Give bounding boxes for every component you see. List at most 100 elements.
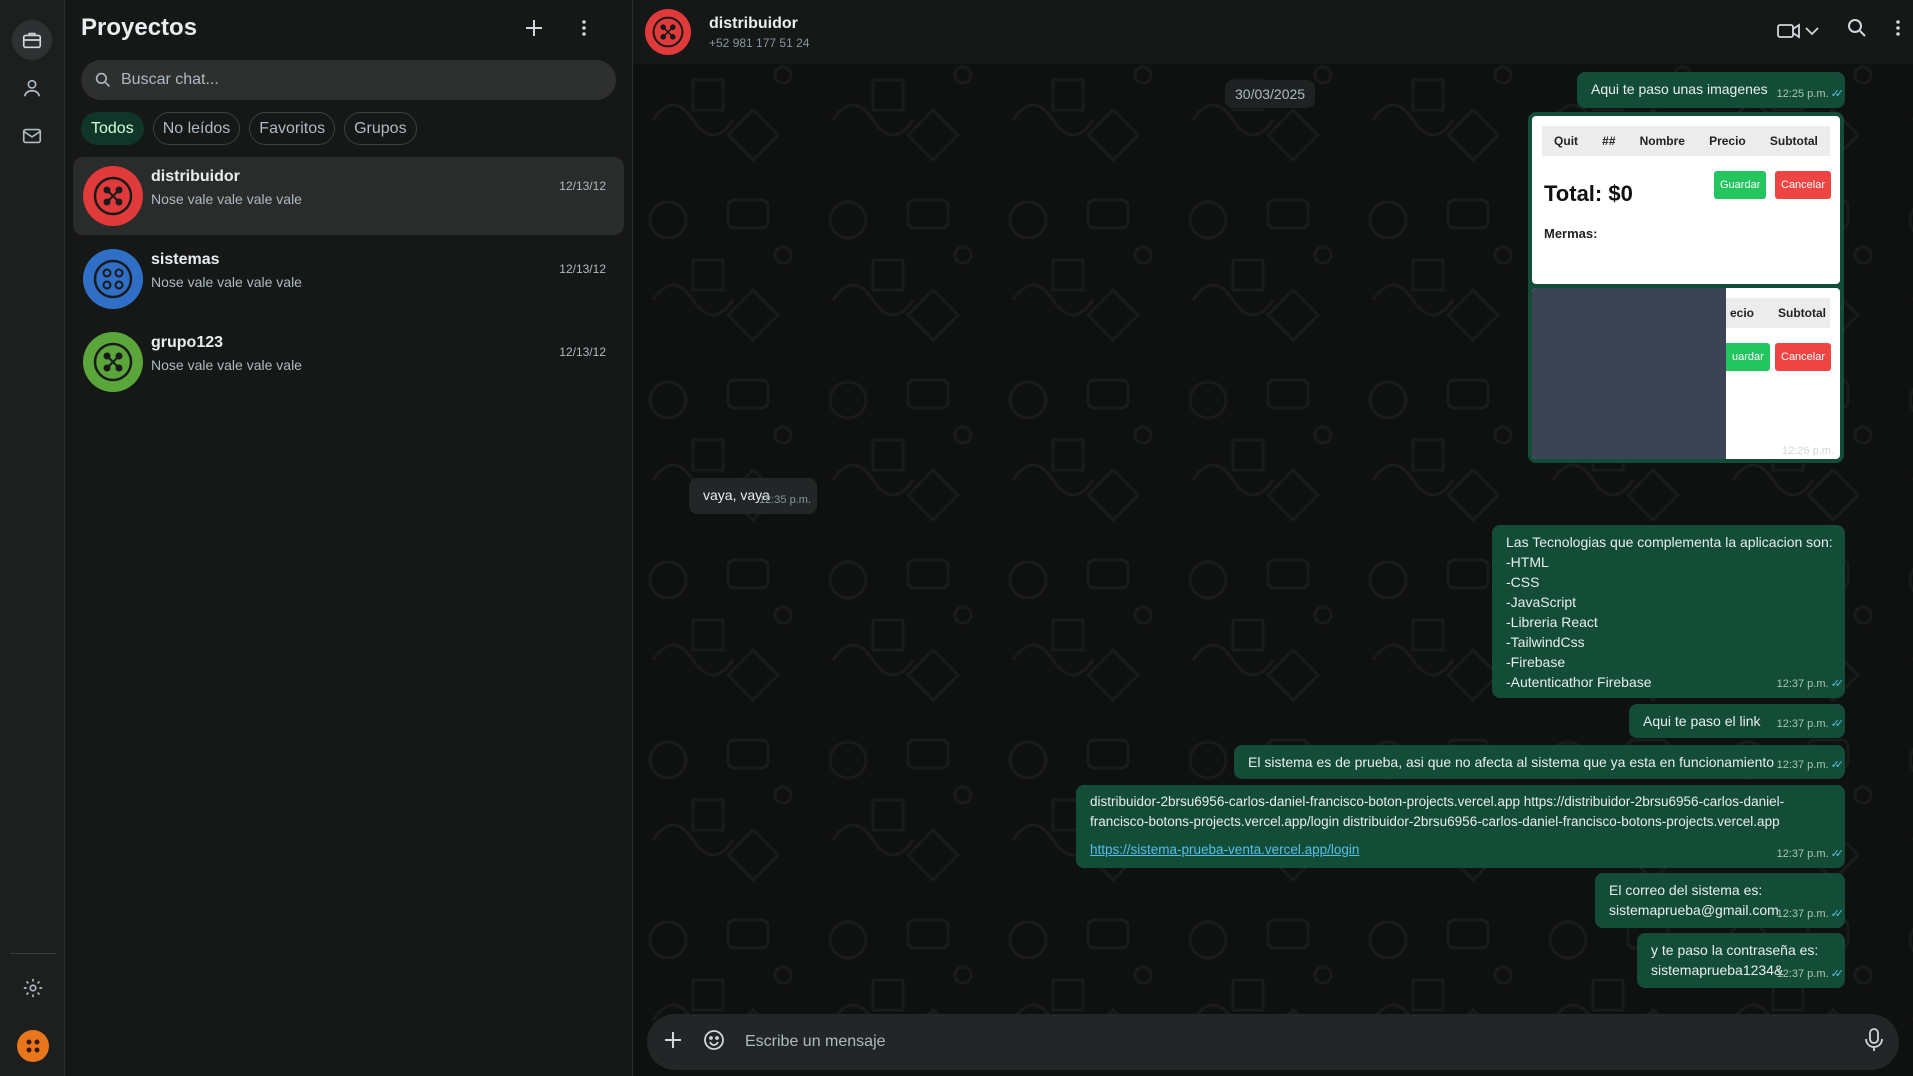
- message-time: 12:37 p.m.: [1776, 718, 1829, 730]
- contact-avatar[interactable]: [645, 9, 691, 55]
- image-overlay: [1532, 288, 1726, 459]
- message-bubble[interactable]: Aqui te paso el link 12:37 p.m. ✓✓: [1629, 704, 1845, 738]
- double-check-icon: ✓✓: [1830, 848, 1845, 860]
- message-bubble[interactable]: y te paso la contraseña es: sistemaprueb…: [1637, 933, 1845, 988]
- rail-bottom: [0, 953, 65, 1062]
- message-line: -JavaScript: [1506, 594, 1577, 610]
- chat-list: distribuidor Nose vale vale vale vale 12…: [65, 157, 632, 401]
- header-actions: [1777, 18, 1901, 43]
- contact-phone: +52 981 177 51 24: [709, 35, 810, 50]
- message-bubble[interactable]: El sistema es de prueba, asi que no afec…: [1234, 745, 1845, 779]
- message-line: -HTML: [1506, 554, 1549, 570]
- chat-info: sistemas Nose vale vale vale vale: [151, 251, 614, 290]
- chat-menu-button[interactable]: [1895, 19, 1901, 42]
- message-line: El correo del sistema es:: [1609, 882, 1763, 898]
- mermas-label: Mermas:: [1544, 226, 1598, 241]
- filter-no-leidos[interactable]: No leídos: [152, 112, 241, 145]
- search-chat-button[interactable]: [1847, 18, 1867, 43]
- chat-name: distribuidor: [151, 167, 240, 185]
- screenshot-image[interactable]: Quit ## Nombre Precio Subtotal Total: $0…: [1532, 116, 1840, 284]
- chat-item-sistemas[interactable]: sistemas Nose vale vale vale vale 12/13/…: [73, 240, 624, 318]
- double-check-icon: ✓✓: [1830, 759, 1845, 771]
- divider: [9, 953, 56, 954]
- column-header: Precio: [1709, 134, 1746, 148]
- conversation-pane: distribuidor +52 981 177 51 24 30/03/202…: [633, 0, 1913, 1076]
- chat-date: 12/13/12: [559, 345, 606, 359]
- message-input[interactable]: [745, 1033, 1865, 1051]
- plus-icon: [526, 20, 542, 36]
- chat-info: distribuidor Nose vale vale vale vale: [151, 168, 614, 207]
- message-text: Aqui te paso el link: [1643, 713, 1761, 729]
- message-bubble[interactable]: El correo del sistema es: sistemaprueba@…: [1595, 873, 1845, 928]
- message-bubble[interactable]: Las Tecnologias que complementa la aplic…: [1492, 525, 1845, 698]
- message-bubble[interactable]: vaya, vaya 12:35 p.m.: [689, 478, 817, 514]
- message-meta: 12:37 p.m. ✓✓: [1777, 755, 1845, 775]
- user-icon: [23, 79, 41, 97]
- message-meta: 12:37 p.m. ✓✓: [1777, 904, 1845, 924]
- message-text: Aqui te paso unas imagenes: [1591, 81, 1768, 97]
- button-logo-icon: [93, 342, 133, 382]
- attach-button[interactable]: [663, 1030, 683, 1055]
- new-chat-button[interactable]: [520, 14, 548, 42]
- message-list: 30/03/2025 Aqui te paso unas imagenes 12…: [633, 64, 1913, 1004]
- message-link[interactable]: https://sistema-prueba-venta.vercel.app/…: [1090, 840, 1835, 860]
- contact-info: distribuidor +52 981 177 51 24: [709, 15, 809, 50]
- gear-icon: [23, 978, 42, 998]
- chat-item-distribuidor[interactable]: distribuidor Nose vale vale vale vale 12…: [73, 157, 624, 235]
- message-line: -Libreria React: [1506, 614, 1598, 630]
- plus-icon: [665, 1031, 681, 1048]
- mail-nav-button[interactable]: [12, 116, 52, 156]
- screenshot-image[interactable]: ecio Subtotal uardar Cancelar 12:26 p.m.: [1532, 288, 1840, 459]
- chat-preview: Nose vale vale vale vale: [151, 273, 302, 290]
- filter-todos[interactable]: Todos: [81, 112, 144, 145]
- message-composer: [647, 1014, 1899, 1070]
- button-logo-icon: [26, 1039, 39, 1053]
- chevron-down-icon: [1805, 26, 1819, 35]
- avatar: [83, 332, 143, 392]
- search-bar: [81, 60, 616, 100]
- contacts-nav-button[interactable]: [12, 68, 52, 108]
- avatar: [83, 166, 143, 226]
- chat-item-grupo123[interactable]: grupo123 Nose vale vale vale vale 12/13/…: [73, 323, 624, 401]
- column-header: Nombre: [1639, 134, 1685, 148]
- column-header: Subtotal: [1778, 306, 1826, 320]
- app: Proyectos Todos No leídos Favoritos Grup…: [0, 0, 1913, 1076]
- message-meta: 12:25 p.m. ✓✓: [1777, 84, 1845, 104]
- contact-name: distribuidor: [709, 14, 798, 32]
- video-call-button[interactable]: [1777, 22, 1819, 40]
- message-meta: 12:26 p.m.: [1782, 445, 1834, 457]
- conversation-header[interactable]: distribuidor +52 981 177 51 24: [633, 0, 1913, 64]
- search-icon: [95, 72, 110, 87]
- chat-name: grupo123: [151, 333, 224, 351]
- filter-grupos[interactable]: Grupos: [344, 112, 417, 145]
- message-time: 12:35 p.m.: [759, 494, 811, 506]
- emoji-button[interactable]: [703, 1029, 725, 1056]
- column-header: Subtotal: [1769, 134, 1818, 148]
- table-header: ecio Subtotal: [1726, 298, 1830, 328]
- filter-favoritos[interactable]: Favoritos: [249, 112, 336, 145]
- sidebar-menu-button[interactable]: [570, 14, 598, 42]
- message-bubble[interactable]: distribuidor-2brsu6956-carlos-daniel-fra…: [1076, 785, 1845, 868]
- image-message[interactable]: Quit ## Nombre Precio Subtotal Total: $0…: [1528, 112, 1844, 463]
- settings-button[interactable]: [13, 968, 53, 1008]
- chat-name: sistemas: [151, 250, 220, 268]
- button-logo-icon: [93, 176, 133, 216]
- sidebar-actions: [520, 14, 616, 42]
- projects-nav-button[interactable]: [12, 20, 52, 60]
- voice-message-button[interactable]: [1865, 1027, 1883, 1057]
- message-text: El sistema es de prueba, asi que no afec…: [1248, 754, 1775, 770]
- sidebar-header: Proyectos: [65, 0, 632, 56]
- column-header: ##: [1602, 134, 1616, 148]
- message-time: 12:37 p.m.: [1776, 968, 1829, 980]
- profile-avatar[interactable]: [16, 1030, 49, 1062]
- double-check-icon: ✓✓: [1830, 968, 1845, 980]
- chat-info: grupo123 Nose vale vale vale vale: [151, 334, 614, 373]
- search-input[interactable]: [121, 71, 602, 89]
- message-line: francisco-botons-projects.vercel.app/log…: [1090, 814, 1780, 829]
- message-time: 12:26 p.m.: [1782, 445, 1834, 457]
- more-vertical-icon: [582, 20, 586, 36]
- message-bubble[interactable]: Aqui te paso unas imagenes 12:25 p.m. ✓✓: [1577, 72, 1845, 108]
- button-logo-icon: [652, 16, 684, 48]
- guardar-button-preview: uardar: [1726, 343, 1770, 371]
- date-separator: 30/03/2025: [1225, 80, 1316, 108]
